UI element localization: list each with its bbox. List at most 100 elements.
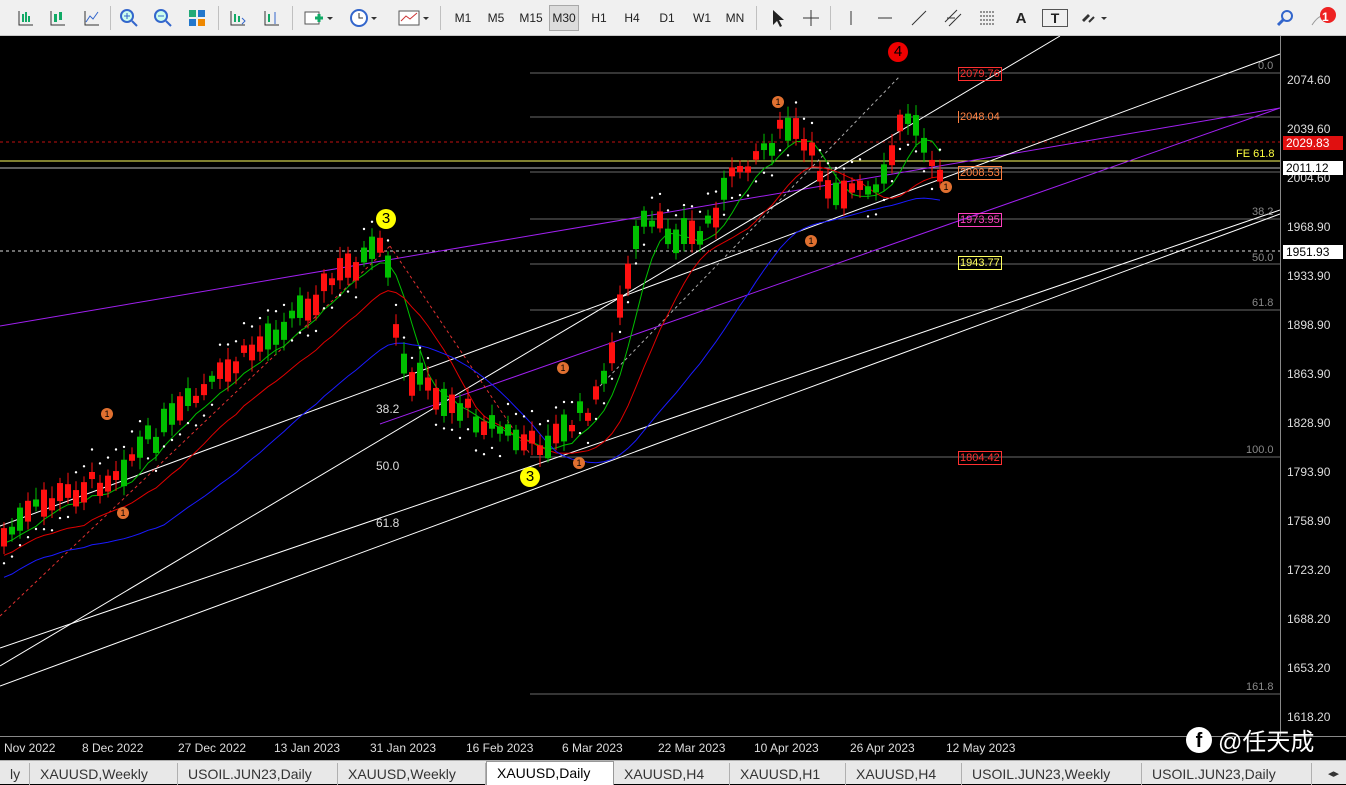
candle-body [281, 321, 287, 340]
bar-chart-icon[interactable] [12, 5, 38, 31]
price-chart[interactable] [0, 36, 1280, 736]
price-axis[interactable]: 2074.60 2039.60 2004.60 1968.90 1933.90 … [1280, 36, 1346, 736]
candle-body [337, 258, 343, 281]
zoom-out-icon[interactable] [150, 5, 176, 31]
vertical-line-icon[interactable] [838, 5, 864, 31]
candlestick-chart-icon[interactable] [44, 5, 70, 31]
chart-tab[interactable]: XAUUSD,H4 [614, 763, 730, 785]
sar-dot [10, 555, 14, 558]
chart-tab[interactable]: USOIL.JUN23,Daily [178, 763, 338, 785]
tile-windows-icon[interactable] [184, 5, 210, 31]
sar-dot [266, 309, 270, 312]
candle-body [729, 167, 735, 177]
sar-dot [714, 190, 718, 193]
autoscroll-icon[interactable] [224, 5, 250, 31]
price-tick: 1898.90 [1287, 318, 1331, 332]
sar-dot [914, 150, 918, 153]
sar-dot [138, 420, 142, 423]
candle-body [25, 500, 31, 522]
periodicity-icon[interactable] [346, 5, 382, 31]
facebook-icon: f [1186, 726, 1212, 753]
notifications-icon[interactable]: 1 [1306, 5, 1340, 31]
candle-body [345, 253, 351, 278]
candle-body [481, 421, 487, 435]
crosshair-icon[interactable] [798, 5, 824, 31]
sar-dot [258, 316, 262, 320]
candle-body [265, 323, 271, 350]
chart-tab[interactable]: XAUUSD,Weekly [338, 763, 486, 785]
timeframe-mn[interactable]: MN [720, 5, 750, 31]
text-label-icon[interactable]: T [1042, 9, 1068, 27]
chart-tab[interactable]: USOIL.JUN23,Daily [1142, 763, 1312, 785]
sar-dot [474, 449, 478, 452]
timeframe-m15[interactable]: M15 [516, 5, 546, 31]
sar-dot [434, 423, 438, 426]
sar-dot [650, 196, 654, 199]
templates-icon[interactable] [394, 5, 434, 31]
bid-price-marker: 2011.12 [1283, 161, 1343, 175]
timeframe-m1[interactable]: M1 [448, 5, 478, 31]
candle-body [753, 151, 759, 160]
sar-dot [922, 170, 926, 173]
timeframe-d1[interactable]: D1 [652, 5, 682, 31]
toolbar-separator [218, 6, 219, 30]
sar-dot [634, 262, 638, 265]
sar-dot [338, 294, 342, 297]
chart-tab[interactable]: XAUUSD,H4 [846, 763, 962, 785]
candle-body [489, 415, 495, 429]
trendline-icon[interactable] [906, 5, 932, 31]
time-axis[interactable]: Nov 2022 8 Dec 2022 27 Dec 2022 13 Jan 2… [0, 736, 1346, 760]
candle-body [689, 220, 695, 245]
candle-body [737, 166, 743, 173]
chart-tab[interactable]: XAUUSD,Weekly [30, 763, 178, 785]
sar-dot [170, 438, 174, 442]
chart-tab-active[interactable]: XAUUSD,Daily [486, 761, 614, 785]
price-label-1804: 1804.42 [958, 451, 1002, 465]
timeframe-m5[interactable]: M5 [481, 5, 511, 31]
cursor-icon[interactable] [764, 5, 790, 31]
timeframe-h4[interactable]: H4 [617, 5, 647, 31]
sar-dot [98, 462, 102, 465]
sar-dot [786, 154, 790, 157]
sar-dot [898, 147, 902, 151]
price-tick: 1863.90 [1287, 367, 1331, 381]
sar-dot [570, 400, 574, 404]
sar-dot [194, 424, 198, 427]
candle-body [297, 295, 303, 318]
timeframe-w1[interactable]: W1 [687, 5, 717, 31]
candle-body [89, 471, 95, 480]
sar-dot [578, 431, 582, 435]
chart-shift-icon[interactable] [258, 5, 284, 31]
channel-fibo-50: 50.0 [376, 459, 400, 473]
timeframe-m30[interactable]: M30 [549, 5, 579, 31]
sar-dot [34, 527, 38, 531]
tab-scroll-arrows[interactable]: ◂▸ [1318, 763, 1346, 785]
horizontal-line-icon[interactable] [872, 5, 898, 31]
arrows-icon[interactable] [1076, 5, 1112, 31]
wave-label-4: 4 [888, 42, 908, 62]
text-tool-icon[interactable]: A [1008, 5, 1034, 31]
sar-dot [610, 377, 614, 380]
candle-body [801, 139, 807, 151]
candle-body [65, 484, 71, 498]
line-chart-icon[interactable] [78, 5, 104, 31]
timeframe-h1[interactable]: H1 [584, 5, 614, 31]
search-icon[interactable] [1272, 5, 1298, 31]
price-tick: 1688.20 [1287, 612, 1331, 626]
sar-dot [826, 162, 830, 165]
chart-tab[interactable]: USOIL.JUN23,Weekly [962, 763, 1142, 785]
fibonacci-icon[interactable] [974, 5, 1000, 31]
indicators-icon[interactable] [300, 5, 336, 31]
sar-dot [314, 329, 318, 333]
zoom-in-icon[interactable] [116, 5, 142, 31]
date-tick: 16 Feb 2023 [466, 741, 534, 755]
sar-dot [546, 419, 550, 423]
sar-dot [562, 400, 566, 404]
candle-body [537, 445, 543, 455]
chart-tab[interactable]: XAUUSD,H1 [730, 763, 846, 785]
equidistant-channel-icon[interactable] [940, 5, 966, 31]
date-tick: 6 Mar 2023 [562, 741, 623, 755]
sar-dot [18, 544, 22, 547]
chart-tab[interactable]: ly [0, 763, 30, 785]
candle-body [913, 115, 919, 136]
